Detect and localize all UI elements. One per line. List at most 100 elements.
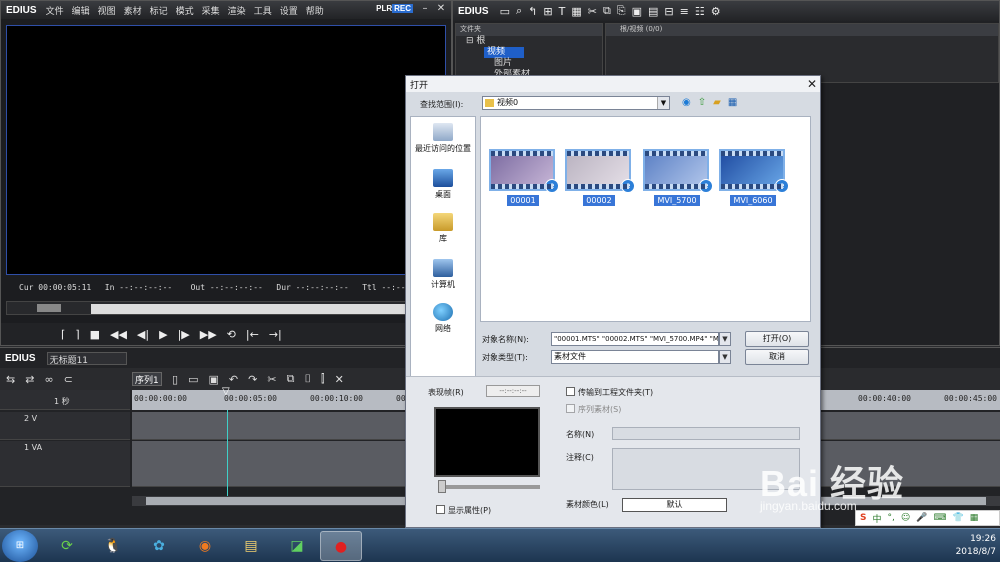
tree-node-root[interactable]: ⊟ 根 <box>456 36 602 47</box>
file-item[interactable]: e MVI_6060 <box>719 149 789 206</box>
playhead[interactable]: ▽ <box>222 386 234 397</box>
look-in-select[interactable]: 视频0 ▼ <box>482 96 670 110</box>
cut-icon[interactable]: ✂ <box>588 5 597 18</box>
keyboard-icon[interactable]: ⌨ <box>933 513 946 523</box>
loop-icon[interactable]: ⟲ <box>227 328 236 341</box>
ripple-icon[interactable]: ⌷ <box>304 372 311 386</box>
open-project-icon[interactable]: ▭ <box>188 373 198 386</box>
open-button[interactable]: 打开(O) <box>745 331 809 347</box>
insert-icon[interactable]: |← <box>246 328 259 341</box>
split-icon[interactable]: ⫿ <box>321 372 325 386</box>
voice-icon[interactable]: 🎤 <box>916 513 927 523</box>
new-folder-icon[interactable]: ▰ <box>713 97 721 108</box>
color-bar-icon[interactable]: ▦ <box>571 5 581 18</box>
emoji-icon[interactable]: ☺ <box>901 513 910 523</box>
chinese-mode-icon[interactable]: 中 <box>872 512 881 525</box>
properties-icon[interactable]: ≡ <box>680 5 689 18</box>
skin-icon[interactable]: 👕 <box>952 513 963 523</box>
chevron-down-icon[interactable]: ▼ <box>657 97 669 109</box>
sequence-tab[interactable]: 序列1 <box>132 372 162 386</box>
name-field[interactable] <box>612 427 800 440</box>
menu-settings[interactable]: 设置 <box>280 4 298 17</box>
start-button[interactable]: ⊞ <box>2 530 38 562</box>
menu-clip[interactable]: 素材 <box>124 4 142 17</box>
place-library[interactable]: 库 <box>411 213 475 244</box>
transfer-checkbox[interactable] <box>566 387 575 396</box>
view-menu-icon[interactable]: ▦ <box>728 97 737 108</box>
view-icon[interactable]: ☷ <box>695 5 705 18</box>
place-desktop[interactable]: 桌面 <box>411 169 475 200</box>
group-icon[interactable]: ⊂ <box>64 373 73 386</box>
tools-icon[interactable]: ▦ <box>970 513 979 523</box>
minimize-icon[interactable]: – <box>419 3 431 15</box>
search-icon[interactable]: ⌕ <box>516 4 522 18</box>
track-header-1va[interactable]: 1 VA <box>0 441 130 487</box>
up-folder-icon[interactable]: ↰ <box>528 5 537 18</box>
settings-icon[interactable]: ⚙ <box>711 5 721 18</box>
zoom-control[interactable]: 1 秒 <box>0 390 130 410</box>
media-player-icon[interactable]: ✿ <box>138 531 180 561</box>
file-name-input[interactable]: "00001.MTS" "00002.MTS" "MVI_5700.MP4" "… <box>551 332 719 346</box>
step-back-icon[interactable]: ◀| <box>137 328 149 341</box>
cancel-button[interactable]: 取消 <box>745 349 809 365</box>
set-in-icon[interactable]: ⌈ <box>61 328 65 341</box>
firefox-icon[interactable]: ◉ <box>184 531 226 561</box>
place-recent[interactable]: 最近访问的位置 <box>411 123 475 154</box>
timeline-add-icon[interactable]: ▣ <box>632 5 642 18</box>
delete-clip-icon[interactable]: ✕ <box>335 373 344 386</box>
file-item[interactable]: e 00002 <box>565 149 635 206</box>
track-mode-icon[interactable]: ⇆ <box>6 373 15 386</box>
back-icon[interactable]: ◉ <box>682 97 691 108</box>
redo-icon[interactable]: ↷ <box>248 373 257 386</box>
qq-icon[interactable]: 🐧 <box>92 531 134 561</box>
save-icon[interactable]: ▣ <box>209 373 219 386</box>
paste-icon[interactable]: ⎘ <box>617 4 626 18</box>
menu-file[interactable]: 文件 <box>46 4 64 17</box>
dialog-close-icon[interactable]: ✕ <box>807 77 817 91</box>
link-icon[interactable]: ∞ <box>44 373 53 386</box>
track-header-2v[interactable]: 2 V <box>0 412 130 440</box>
player-add-icon[interactable]: ▤ <box>648 5 658 18</box>
shuttle-knob[interactable] <box>37 304 61 312</box>
menu-render[interactable]: 渲染 <box>228 4 246 17</box>
undo-icon[interactable]: ↶ <box>229 373 238 386</box>
plr-rec-switch[interactable]: PLR REC <box>376 4 413 13</box>
place-network[interactable]: 网络 <box>411 303 475 334</box>
menu-mode[interactable]: 模式 <box>176 4 194 17</box>
menu-tools[interactable]: 工具 <box>254 4 272 17</box>
system-clock[interactable]: 19:26 2018/8/7 <box>930 533 996 559</box>
file-type-select[interactable]: 素材文件 <box>551 350 719 364</box>
overwrite-icon[interactable]: →| <box>269 328 282 341</box>
edius-taskbar-icon[interactable]: ◪ <box>276 531 318 561</box>
explorer-icon[interactable]: ▤ <box>230 531 272 561</box>
tree-node-images[interactable]: 图片 <box>456 58 602 69</box>
set-out-icon[interactable]: ⌉ <box>75 328 79 341</box>
menu-view[interactable]: 视图 <box>98 4 116 17</box>
file-item[interactable]: e 00001 <box>489 149 559 206</box>
copy-icon[interactable]: ⧉ <box>603 4 611 18</box>
tree-node-video[interactable]: 视频 <box>484 47 524 58</box>
cut-clip-icon[interactable]: ✂ <box>267 373 276 386</box>
folder-icon[interactable]: ▭ <box>500 5 510 18</box>
copy-clip-icon[interactable]: ⧉ <box>287 372 295 386</box>
preview-slider-handle[interactable] <box>438 480 446 493</box>
stop-icon[interactable]: ■ <box>90 328 100 341</box>
step-forward-icon[interactable]: |▶ <box>178 328 190 341</box>
chevron-down-icon[interactable]: ▼ <box>719 350 731 364</box>
360-browser-icon[interactable]: ⟳ <box>46 531 88 561</box>
rewind-icon[interactable]: ◀◀ <box>110 328 127 341</box>
close-icon[interactable]: ✕ <box>435 3 447 15</box>
play-icon[interactable]: ▶ <box>159 328 167 341</box>
show-properties-checkbox[interactable] <box>436 505 445 514</box>
title-icon[interactable]: T <box>559 5 566 18</box>
fast-forward-icon[interactable]: ▶▶ <box>200 328 217 341</box>
sogou-icon[interactable]: S <box>860 513 866 523</box>
preview-slider-track[interactable] <box>440 485 540 489</box>
recorder-icon[interactable]: ● <box>320 531 362 561</box>
up-icon[interactable]: ⇧ <box>698 97 706 108</box>
menu-edit[interactable]: 编辑 <box>72 4 90 17</box>
delete-icon[interactable]: ⊟ <box>664 5 673 18</box>
punctuation-icon[interactable]: °, <box>888 513 895 523</box>
position-track[interactable] <box>91 304 441 314</box>
ime-toolbar[interactable]: S 中 °, ☺ 🎤 ⌨ 👕 ▦ <box>855 510 1000 526</box>
